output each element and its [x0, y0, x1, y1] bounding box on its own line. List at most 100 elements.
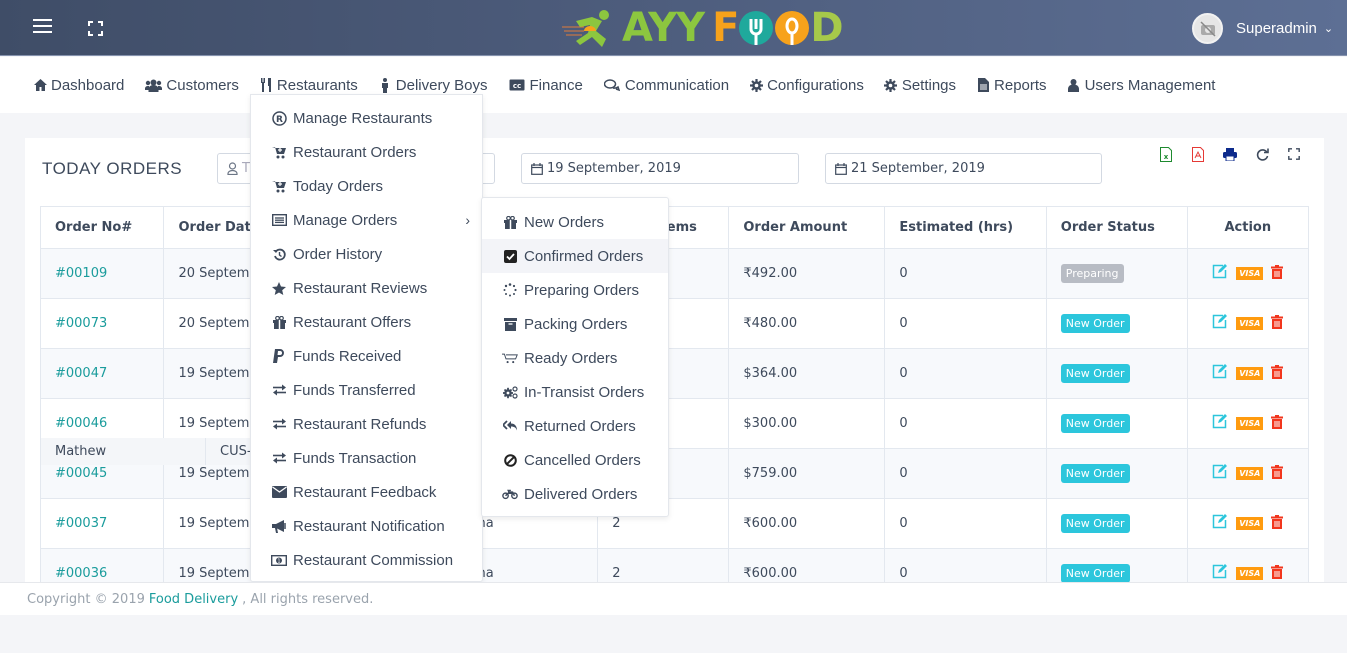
payment-visa-icon[interactable]: VISA	[1236, 567, 1264, 580]
cart-plus-icon	[271, 179, 287, 193]
edit-icon[interactable]	[1212, 264, 1228, 283]
column-header[interactable]: Order Status	[1045, 206, 1188, 249]
nav-item-users-management[interactable]: Users Management	[1067, 77, 1215, 94]
hamburger-menu-icon[interactable]	[33, 19, 52, 35]
from-date-input[interactable]: 19 September, 2019	[521, 153, 799, 184]
submenu-item-ready-orders[interactable]: Ready Orders	[482, 341, 668, 375]
submenu-item-packing-orders[interactable]: Packing Orders	[482, 307, 668, 341]
app-logo[interactable]: AYY F D	[562, 4, 844, 52]
table-cell: New Order	[1045, 498, 1188, 549]
payment-visa-icon[interactable]: VISA	[1236, 417, 1264, 430]
submenu-item-in-transist-orders[interactable]: In-Transist Orders	[482, 375, 668, 409]
edit-icon[interactable]	[1212, 564, 1228, 583]
nav-item-configurations[interactable]: Configurations	[749, 77, 864, 94]
table-row[interactable]: #0007320 Septembe2₹480.000New OrderVISA	[39, 298, 1310, 349]
payment-visa-icon[interactable]: VISA	[1236, 467, 1264, 480]
order-number-link[interactable]: #00047	[55, 366, 107, 381]
footer-link[interactable]: Food Delivery	[149, 592, 238, 607]
edit-icon[interactable]	[1212, 314, 1228, 333]
delete-icon[interactable]	[1271, 414, 1284, 433]
nav-item-dashboard[interactable]: Dashboard	[33, 77, 124, 94]
menu-item-label: Preparing Orders	[524, 281, 640, 299]
table-row[interactable]: #0004719 Septembe1$364.000New OrderVISA	[39, 348, 1310, 399]
fullscreen-icon[interactable]	[1278, 146, 1310, 162]
menu-item-restaurant-orders[interactable]: Restaurant Orders	[251, 135, 482, 169]
order-number-link[interactable]: #00109	[55, 266, 107, 281]
order-number-link[interactable]: #00073	[55, 316, 107, 331]
column-header[interactable]: Order Amount	[728, 206, 886, 249]
menu-item-label: In-Transist Orders	[524, 383, 645, 401]
table-row[interactable]: #0003719 SeptembeShigana2₹600.000New Ord…	[39, 498, 1310, 549]
table-row[interactable]: #0010920 Septembe3₹492.000PreparingVISA	[39, 248, 1310, 299]
refresh-icon[interactable]	[1246, 146, 1278, 162]
menu-item-restaurant-feedback[interactable]: Restaurant Feedback	[251, 475, 482, 509]
page-title: TODAY ORDERS	[42, 159, 183, 178]
delete-icon[interactable]	[1271, 264, 1284, 283]
user-icon	[1067, 78, 1081, 92]
payment-visa-icon[interactable]: VISA	[1236, 317, 1264, 330]
menu-item-label: Packing Orders	[524, 315, 628, 333]
column-header[interactable]: Order No#	[39, 206, 165, 249]
table-cell: New Order	[1045, 448, 1188, 499]
delete-icon[interactable]	[1271, 364, 1284, 383]
manage-orders-submenu: New Orders Confirmed Orders Preparing Orde…	[481, 197, 669, 517]
delete-icon[interactable]	[1271, 514, 1284, 533]
submenu-item-confirmed-orders[interactable]: Confirmed Orders	[482, 239, 668, 273]
user-menu[interactable]: Superadmin ⌄	[1192, 13, 1333, 44]
submenu-item-preparing-orders[interactable]: Preparing Orders	[482, 273, 668, 307]
list-alt-icon	[271, 213, 287, 227]
column-header[interactable]: Action	[1186, 206, 1310, 249]
menu-item-funds-received[interactable]: Funds Received	[251, 339, 482, 373]
table-cell: #00047	[39, 348, 165, 399]
nav-item-restaurants[interactable]: Restaurants	[259, 77, 358, 94]
order-number-link[interactable]: #00037	[55, 516, 107, 531]
excel-export-icon[interactable]: x	[1150, 146, 1182, 162]
menu-item-restaurant-offers[interactable]: Restaurant Offers	[251, 305, 482, 339]
submenu-item-delivered-orders[interactable]: Delivered Orders	[482, 477, 668, 511]
column-header[interactable]: Estimated (hrs)	[884, 206, 1047, 249]
menu-item-order-history[interactable]: Order History	[251, 237, 482, 271]
submenu-item-cancelled-orders[interactable]: Cancelled Orders	[482, 443, 668, 477]
edit-icon[interactable]	[1212, 414, 1228, 433]
delete-icon[interactable]	[1271, 564, 1284, 583]
menu-item-restaurant-refunds[interactable]: Restaurant Refunds	[251, 407, 482, 441]
nav-item-delivery-boys[interactable]: Delivery Boys	[378, 77, 488, 94]
menu-item-label: Funds Received	[293, 347, 402, 365]
nav-item-finance[interactable]: cc Finance	[508, 77, 583, 94]
edit-icon[interactable]	[1212, 464, 1228, 483]
menu-item-label: Ready Orders	[524, 349, 618, 367]
menu-item-funds-transferred[interactable]: Funds Transferred	[251, 373, 482, 407]
order-number-link[interactable]: #00036	[55, 566, 107, 581]
table-cell: #00037	[39, 498, 165, 549]
order-number-link[interactable]: #00046	[55, 416, 107, 431]
edit-icon[interactable]	[1212, 514, 1228, 533]
menu-item-restaurant-notification[interactable]: Restaurant Notification	[251, 509, 482, 543]
menu-item-restaurant-reviews[interactable]: Restaurant Reviews	[251, 271, 482, 305]
nav-item-settings[interactable]: Settings	[884, 77, 956, 94]
submenu-item-new-orders[interactable]: New Orders	[482, 205, 668, 239]
cart-icon	[502, 351, 518, 365]
menu-item-restaurant-commission[interactable]: 1 Restaurant Commission	[251, 543, 482, 577]
menu-item-manage-orders[interactable]: Manage Orders ›	[251, 203, 482, 237]
delete-icon[interactable]	[1271, 464, 1284, 483]
nav-item-reports[interactable]: Reports	[976, 77, 1047, 94]
submenu-item-returned-orders[interactable]: Returned Orders	[482, 409, 668, 443]
nav-item-customers[interactable]: Customers	[144, 77, 239, 94]
menu-item-funds-transaction[interactable]: Funds Transaction	[251, 441, 482, 475]
print-icon[interactable]	[1214, 146, 1246, 162]
table-cell: New Order	[1045, 398, 1188, 449]
nav-item-communication[interactable]: Communication	[603, 77, 729, 94]
menu-item-manage-restaurants[interactable]: R Manage Restaurants	[251, 101, 482, 135]
order-number-link[interactable]: #00045	[55, 466, 107, 481]
payment-visa-icon[interactable]: VISA	[1236, 367, 1264, 380]
calendar-icon	[531, 162, 543, 175]
payment-visa-icon[interactable]: VISA	[1236, 517, 1264, 530]
delete-icon[interactable]	[1271, 314, 1284, 333]
fullscreen-icon[interactable]	[88, 21, 103, 36]
archive-icon	[502, 317, 518, 331]
pdf-export-icon[interactable]	[1182, 146, 1214, 162]
payment-visa-icon[interactable]: VISA	[1236, 267, 1264, 280]
menu-item-today-orders[interactable]: Today Orders	[251, 169, 482, 203]
edit-icon[interactable]	[1212, 364, 1228, 383]
to-date-input[interactable]: 21 September, 2019	[825, 153, 1102, 184]
